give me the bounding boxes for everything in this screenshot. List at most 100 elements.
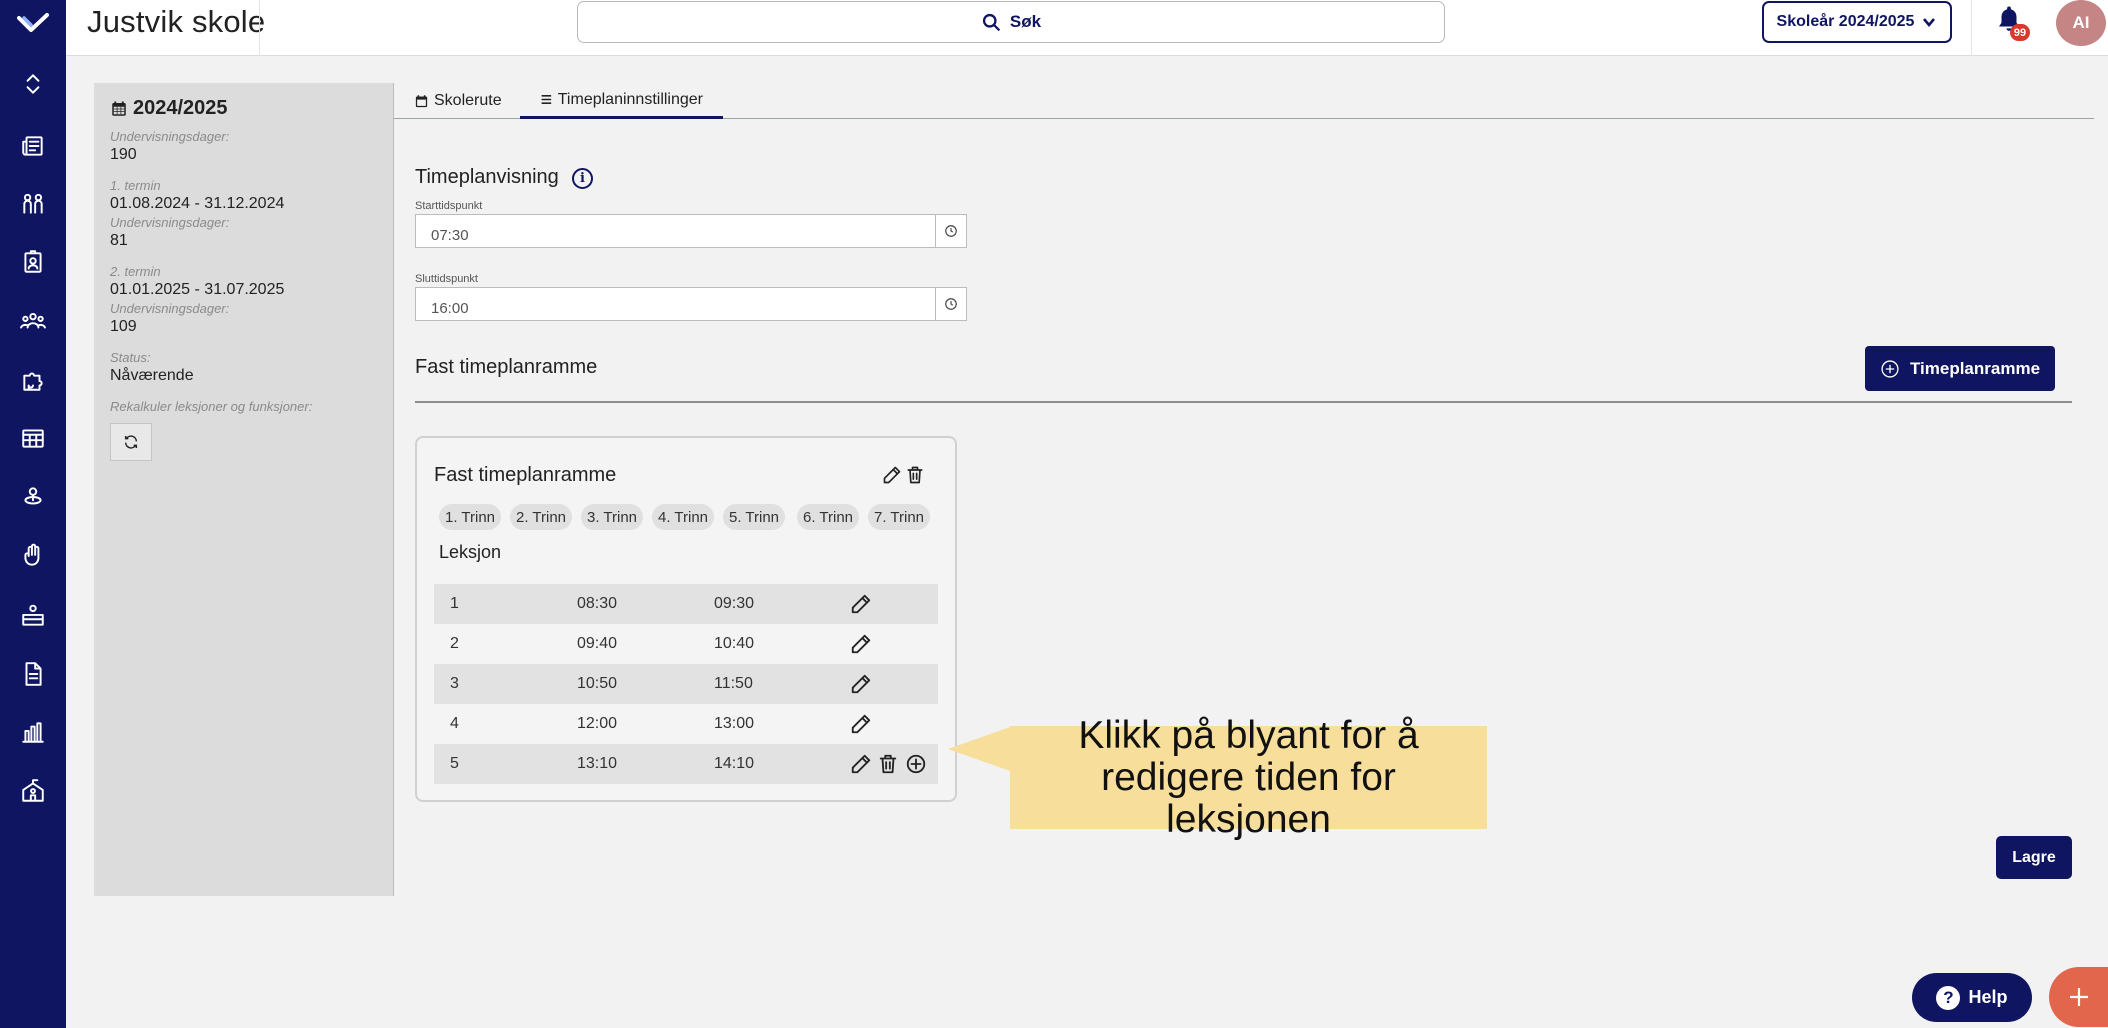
school-year-label: Skoleår 2024/2025: [1776, 13, 1915, 30]
plus-icon: [2069, 988, 2088, 1006]
pencil-icon[interactable]: [850, 633, 872, 655]
tooltip-callout: Klikk på blyant for å redigere tiden for…: [1010, 714, 1487, 840]
teaching-days-label: Undervisningsdager:: [110, 129, 230, 144]
calendar-grid-icon[interactable]: [19, 424, 47, 452]
pencil-icon[interactable]: [850, 673, 872, 695]
status-label: Status:: [110, 350, 151, 365]
pencil-icon[interactable]: [850, 713, 872, 735]
school-year-selector[interactable]: Skoleår 2024/2025: [1762, 1, 1952, 43]
school-icon[interactable]: [19, 777, 47, 805]
grade-chip: 6. Trinn: [797, 504, 860, 530]
school-name: Justvik skole: [87, 4, 266, 39]
school-year-info-panel: 2024/2025 Undervisningsdager: 190 1. ter…: [94, 83, 394, 896]
plus-circle-icon[interactable]: [905, 753, 927, 775]
group-icon[interactable]: [19, 307, 47, 335]
divider: [1971, 0, 1972, 56]
clock-icon: [945, 225, 957, 237]
lesson-row: 5 13:10 14:10: [434, 744, 938, 784]
lesson-row: 4 12:00 13:00: [434, 704, 938, 744]
start-time-input[interactable]: 07:30: [415, 214, 936, 248]
pencil-icon[interactable]: [850, 753, 872, 775]
end-time-input[interactable]: 16:00: [415, 287, 936, 321]
desk-icon[interactable]: [19, 602, 47, 630]
trash-icon[interactable]: [905, 464, 925, 486]
grade-chip: 5. Trinn: [723, 504, 786, 530]
tab-label: Timeplaninnstillinger: [557, 90, 703, 108]
save-button[interactable]: Lagre: [1996, 836, 2072, 879]
search-bar[interactable]: Søk: [577, 1, 1445, 43]
lesson-start: 10:50: [577, 675, 618, 692]
pencil-icon[interactable]: [882, 464, 902, 486]
lesson-start: 13:10: [577, 755, 618, 772]
clock-icon: [945, 298, 957, 310]
lesson-number: 2: [450, 635, 459, 652]
term2-days-label: Undervisningsdager:: [110, 301, 230, 316]
recalculate-label: Rekalkuler leksjoner og funksjoner:: [110, 399, 313, 414]
nav-rail: [0, 0, 66, 1028]
hand-icon[interactable]: [19, 542, 47, 570]
recalculate-button[interactable]: [110, 423, 152, 461]
document-icon[interactable]: [19, 660, 47, 688]
list-icon: [541, 94, 552, 105]
start-time-picker-button[interactable]: [936, 214, 967, 248]
term1-days-label: Undervisningsdager:: [110, 215, 230, 230]
grade-chip: 3. Trinn: [581, 504, 644, 530]
tooltip-pointer: [948, 727, 1010, 771]
search-label: Søk: [1009, 12, 1042, 31]
refresh-icon: [124, 435, 138, 449]
term2-days: 109: [110, 318, 137, 335]
add-frame-label: Timeplanramme: [1909, 358, 2041, 378]
search-icon: [982, 13, 1001, 31]
add-fab-button[interactable]: [2049, 967, 2108, 1027]
lesson-end: 10:40: [714, 635, 755, 652]
lesson-end: 13:00: [714, 715, 755, 732]
start-time-label: Starttidspunkt: [415, 200, 483, 212]
plus-circle-icon: [1881, 359, 1899, 378]
grade-chip: 4. Trinn: [652, 504, 715, 530]
help-label: Help: [1968, 987, 2008, 1007]
lesson-end: 11:50: [714, 675, 753, 692]
grade-chip: 2. Trinn: [510, 504, 573, 530]
section-title-timeplanvisning: Timeplanvisning: [415, 166, 559, 188]
logo-icon[interactable]: [17, 12, 49, 34]
tab-label: Skolerute: [434, 92, 502, 109]
person-pin-icon[interactable]: [19, 483, 47, 511]
info-icon[interactable]: i: [572, 168, 593, 189]
tab-timeplaninnstillinger[interactable]: Timeplaninnstillinger: [520, 83, 723, 119]
help-button[interactable]: ? Help: [1912, 973, 2032, 1022]
puzzle-icon[interactable]: [19, 366, 47, 394]
lesson-number: 5: [450, 755, 459, 772]
lesson-start: 12:00: [577, 715, 618, 732]
people-icon[interactable]: [19, 190, 47, 218]
grade-chip: 1. Trinn: [439, 504, 502, 530]
newspaper-icon[interactable]: [19, 132, 47, 160]
lesson-row: 2 09:40 10:40: [434, 624, 938, 664]
term1-days: 81: [110, 232, 128, 249]
tab-skolerute[interactable]: Skolerute: [394, 83, 522, 119]
add-frame-button[interactable]: Timeplanramme: [1865, 346, 2055, 391]
lesson-number: 3: [450, 675, 459, 692]
teaching-days-value: 190: [110, 146, 137, 163]
frame-card: Fast timeplanramme 1. Trinn 2. Trinn 3. …: [415, 436, 957, 802]
lesson-start: 09:40: [577, 635, 618, 652]
status-value: Nåværende: [110, 367, 194, 384]
lesson-row: 3 10:50 11:50: [434, 664, 938, 704]
lesson-number: 1: [450, 595, 459, 612]
avatar[interactable]: AI: [2056, 0, 2106, 46]
section-divider: [415, 401, 2072, 403]
term1-label: 1. termin: [110, 178, 161, 193]
pencil-icon[interactable]: [850, 593, 872, 615]
trash-icon[interactable]: [877, 753, 899, 775]
term1-range: 01.08.2024 - 31.12.2024: [110, 195, 285, 212]
end-time-picker-button[interactable]: [936, 287, 967, 321]
chevron-down-icon: [1923, 18, 1936, 28]
term2-range: 01.01.2025 - 31.07.2025: [110, 281, 285, 298]
lesson-number: 4: [450, 715, 459, 732]
badge-icon[interactable]: [19, 248, 47, 276]
term2-label: 2. termin: [110, 264, 161, 279]
notifications-button[interactable]: 99: [1994, 4, 2030, 42]
calendar-icon: [112, 101, 126, 116]
expand-icon[interactable]: [19, 70, 47, 98]
chart-icon[interactable]: [19, 718, 47, 746]
top-bar: Justvik skole Søk Skoleår 2024/2025 99 A…: [66, 0, 2108, 56]
